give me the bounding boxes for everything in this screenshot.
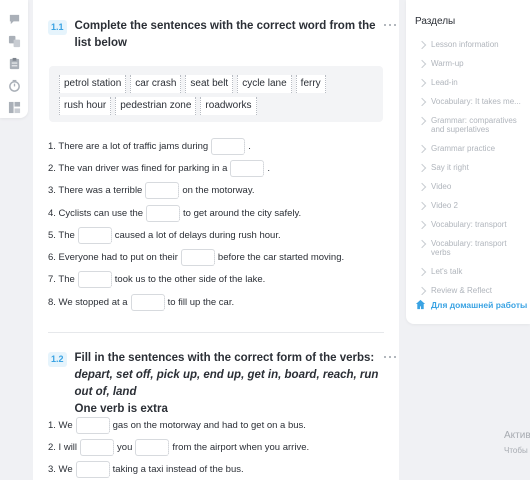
exercise-panel: 1.1 Complete the sentences with the corr… — [33, 0, 399, 480]
task-title: Fill in the sentences with the correct f… — [75, 350, 383, 418]
task-number-badge: 1.2 — [48, 352, 67, 367]
homework-link[interactable]: Для домашней работы — [415, 299, 527, 310]
sidebar-item[interactable]: Lead-in — [417, 78, 527, 87]
task-2-sentences: 1. We gas on the motorway and had to get… — [48, 414, 383, 480]
task-1-menu-icon[interactable] — [384, 22, 396, 28]
task-number-badge: 1.1 — [48, 20, 67, 35]
sentence-text: 4. Cyclists can use the — [48, 207, 144, 219]
answer-blank[interactable] — [180, 249, 215, 267]
message-icon[interactable] — [7, 12, 21, 26]
word-chip[interactable]: rush hour — [59, 97, 112, 115]
sentence-text: 3. There was a terrible — [48, 185, 143, 197]
sentence-row: 4. Cyclists can use the to get around th… — [48, 202, 383, 224]
answer-blank[interactable] — [230, 159, 265, 177]
sentence-text: . — [248, 140, 251, 152]
sentence-row: 3. There was a terrible on the motorway. — [48, 180, 383, 202]
sentence-text: 8. We stopped at a — [48, 296, 128, 308]
sentence-row: 2. I will you from the airport when you … — [48, 436, 383, 458]
answer-blank[interactable] — [75, 461, 110, 479]
answer-blank[interactable] — [130, 293, 165, 311]
word-bank: petrol station car crash seat belt cycle… — [49, 66, 383, 122]
sidebar-item[interactable]: Grammar practice — [417, 144, 527, 153]
sentence-text: to fill up the car. — [167, 296, 235, 308]
sentence-row: 7. The took us to the other side of the … — [48, 269, 383, 291]
sentence-row: 1. We gas on the motorway and had to get… — [48, 414, 383, 436]
word-chip[interactable]: petrol station — [59, 75, 127, 93]
sentence-text: taking a taxi instead of the bus. — [112, 464, 244, 476]
task-1-sentences: 1. There are a lot of traffic jams durin… — [48, 135, 383, 313]
word-chip[interactable]: cycle lane — [237, 75, 292, 93]
sentence-text: 1. We — [48, 419, 73, 431]
verb-list: depart, set off, pick up, end up, get in… — [74, 369, 379, 398]
answer-blank[interactable] — [135, 438, 170, 456]
sentence-text: to get around the city safely. — [183, 207, 302, 219]
section-divider — [48, 332, 384, 333]
home-icon — [415, 299, 426, 310]
sidebar-item[interactable]: Vocabulary: transport verbs — [417, 239, 527, 257]
sentence-text: you — [117, 441, 133, 453]
sentence-text: . — [267, 162, 271, 174]
sentence-text: from the airport when you arrive. — [172, 441, 310, 453]
sentence-text: 7. The — [48, 274, 75, 286]
sentence-text: 2. The van driver was fined for parking … — [48, 162, 228, 174]
sidebar-title: Разделы — [415, 16, 456, 27]
activation-watermark: Актив — [504, 430, 530, 441]
sentence-text: took us to the other side of the lake. — [114, 274, 266, 286]
task-1-header: 1.1 Complete the sentences with the corr… — [48, 18, 383, 52]
sentence-text: caused a lot of delays during rush hour. — [114, 229, 281, 241]
sentence-row: 3. We taking a taxi instead of the bus. — [48, 459, 383, 480]
sections-sidebar: Разделы Lesson information Warm-up Lead-… — [406, 0, 530, 324]
translate-icon[interactable] — [7, 34, 21, 48]
sentence-row: 2. The van driver was fined for parking … — [48, 157, 383, 179]
tool-rail — [0, 0, 28, 118]
word-chip[interactable]: pedestrian zone — [115, 97, 197, 115]
word-chip[interactable]: car crash — [130, 75, 182, 93]
word-chip[interactable]: seat belt — [185, 75, 234, 93]
sidebar-item[interactable]: Warm-up — [417, 59, 527, 68]
clipboard-icon[interactable] — [7, 56, 21, 70]
sentence-text: 1. There are a lot of traffic jams durin… — [48, 140, 209, 152]
sidebar-item[interactable]: Grammar: comparatives and superlatives — [417, 116, 527, 134]
answer-blank[interactable] — [75, 416, 110, 434]
sidebar-item[interactable]: Video 2 — [417, 201, 527, 210]
sidebar-item[interactable]: Video — [417, 182, 527, 191]
sidebar-item[interactable]: Vocabulary: transport — [417, 220, 527, 229]
task-2-header: 1.2 Fill in the sentences with the corre… — [48, 350, 383, 418]
sentence-row: 8. We stopped at a to fill up the car. — [48, 291, 383, 313]
task-2-menu-icon[interactable] — [384, 354, 396, 360]
word-chip[interactable]: roadworks — [200, 97, 257, 115]
homework-link-label: Для домашней работы — [431, 299, 528, 310]
sentence-text: before the car started moving. — [217, 252, 345, 264]
sidebar-item[interactable]: Vocabulary: It takes me... — [417, 97, 527, 106]
sentence-text: gas on the motorway and had to get on a … — [112, 419, 306, 431]
activation-watermark-sub: Чтобы — [504, 446, 528, 455]
word-chip[interactable]: ferry — [295, 75, 326, 93]
sections-list: Lesson information Warm-up Lead-in Vocab… — [417, 40, 527, 305]
layout-icon[interactable] — [7, 100, 21, 114]
sentence-text: on the motorway. — [182, 185, 255, 197]
sidebar-item[interactable]: Lesson information — [417, 40, 527, 49]
sentence-text: 2. I will — [48, 441, 78, 453]
sentence-text: 5. The — [48, 229, 75, 241]
answer-blank[interactable] — [80, 438, 115, 456]
answer-blank[interactable] — [211, 137, 246, 155]
answer-blank[interactable] — [145, 182, 180, 200]
sentence-row: 5. The caused a lot of delays during rus… — [48, 224, 383, 246]
sentence-row: 1. There are a lot of traffic jams durin… — [48, 135, 383, 157]
sentence-text: 3. We — [48, 464, 73, 476]
task-title: Complete the sentences with the correct … — [74, 20, 376, 49]
sidebar-item[interactable]: Say it right — [417, 163, 527, 172]
sidebar-item[interactable]: Let's talk — [417, 267, 527, 276]
answer-blank[interactable] — [77, 271, 112, 289]
sidebar-item[interactable]: Review & Reflect — [417, 286, 527, 295]
sentence-text: 6. Everyone had to put on their — [48, 252, 178, 264]
sentence-row: 6. Everyone had to put on their before t… — [48, 246, 383, 268]
answer-blank[interactable] — [146, 204, 181, 222]
task-instruction: Fill in the sentences with the correct f… — [74, 352, 375, 364]
timer-icon[interactable] — [7, 78, 21, 92]
answer-blank[interactable] — [77, 226, 112, 244]
